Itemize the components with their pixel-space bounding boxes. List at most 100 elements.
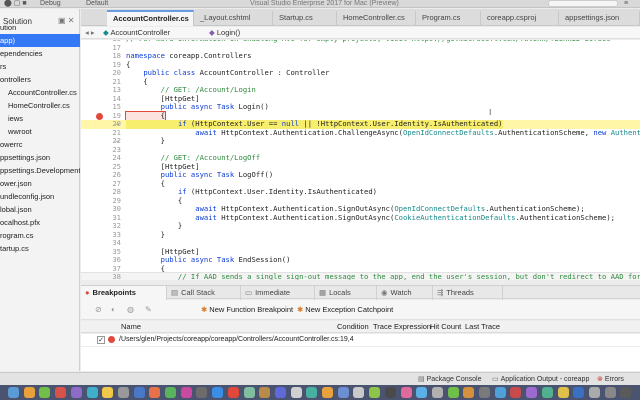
nav-arrows-icon[interactable]: ◂ ▸ bbox=[85, 27, 95, 39]
tree-item[interactable]: AccountController.cs bbox=[0, 86, 80, 99]
dock-app-icon[interactable] bbox=[322, 387, 333, 398]
hamburger-icon[interactable]: ≡ bbox=[624, 0, 628, 8]
toggle-breakpoint-icon[interactable]: ◐ bbox=[111, 305, 116, 314]
dock-app-icon[interactable] bbox=[526, 387, 538, 398]
dock-app-icon[interactable] bbox=[243, 387, 255, 398]
breakpoint-marker-icon[interactable] bbox=[96, 112, 103, 120]
tree-item[interactable]: ution bbox=[0, 21, 80, 34]
tree-item[interactable]: ppsettings.Development.json bbox=[0, 164, 80, 177]
breakpoint-row[interactable]: ✓ /Users/glen/Projects/coreapp/coreapp/C… bbox=[81, 334, 640, 346]
tree-item[interactable]: iews bbox=[0, 112, 80, 125]
tree-item[interactable]: ocalhost.pfx bbox=[0, 216, 80, 229]
code-text: await HttpContext.Authentication.SignOut… bbox=[195, 212, 616, 222]
dock-app-icon[interactable] bbox=[447, 387, 459, 398]
dock-app-icon[interactable] bbox=[479, 387, 490, 398]
remove-breakpoint-icon[interactable]: ⊘ bbox=[95, 305, 102, 314]
column-name[interactable]: Name bbox=[121, 321, 141, 333]
code-line[interactable]: 22 → } bbox=[81, 136, 640, 146]
dock-app-icon[interactable] bbox=[23, 387, 35, 398]
dock-app-icon[interactable] bbox=[55, 387, 67, 398]
pad-tab-breakpoints[interactable]: ● Breakpoints bbox=[81, 286, 167, 300]
column-trace-expression[interactable]: Trace Expression bbox=[373, 321, 431, 333]
tree-item[interactable]: wwroot bbox=[0, 125, 80, 138]
dock-app-icon[interactable] bbox=[494, 387, 506, 398]
dock-app-icon[interactable] bbox=[180, 387, 192, 398]
pad-tab-threads[interactable]: ⇶ Threads bbox=[433, 286, 503, 300]
properties-icon[interactable]: ✎ bbox=[145, 305, 152, 314]
column-last-trace[interactable]: Last Trace bbox=[465, 321, 500, 333]
tree-item[interactable]: rogram.cs bbox=[0, 229, 80, 242]
disable-breakpoints-icon[interactable]: ◍ bbox=[127, 305, 134, 314]
tree-item[interactable]: HomeController.cs bbox=[0, 99, 80, 112]
new-function-breakpoint-button[interactable]: ✱ New Function Breakpoint bbox=[201, 305, 293, 314]
tree-item[interactable]: ower.json bbox=[0, 177, 80, 190]
code-line[interactable]: 18 namespace coreapp.Controllers bbox=[81, 51, 640, 61]
tab-accountcontroller-cs[interactable]: AccountController.cs bbox=[107, 10, 194, 26]
dock-app-icon[interactable] bbox=[290, 387, 302, 398]
pad-tab-immediate[interactable]: ▭ Immediate bbox=[241, 286, 315, 300]
dock-app-icon[interactable] bbox=[306, 387, 318, 398]
dock-app-icon[interactable] bbox=[70, 387, 82, 398]
pad-tab-watch[interactable]: ◉ Watch bbox=[377, 286, 433, 300]
dock-app-icon[interactable] bbox=[196, 387, 208, 398]
dock-app-icon[interactable] bbox=[557, 387, 569, 398]
dock-app-icon[interactable] bbox=[165, 387, 176, 398]
tree-item[interactable]: tartup.cs bbox=[0, 242, 80, 255]
tab-program-cs[interactable]: Program.cs bbox=[416, 11, 481, 26]
dock-app-icon[interactable] bbox=[431, 387, 443, 398]
breakpoint-enabled-checkbox[interactable]: ✓ bbox=[97, 336, 105, 344]
dock-app-icon[interactable] bbox=[541, 387, 553, 398]
new-exception-catchpoint-button[interactable]: ✱ New Exception Catchpoint bbox=[297, 305, 393, 314]
code-line[interactable]: 38 // If AAD sends a single sign-out mes… bbox=[81, 272, 640, 280]
dock-app-icon[interactable] bbox=[86, 387, 98, 398]
tab-homecontroller-cs[interactable]: HomeController.cs bbox=[337, 11, 416, 26]
dock-app-icon[interactable] bbox=[510, 387, 522, 398]
pad-tab-locals[interactable]: ▦ Locals bbox=[315, 286, 377, 300]
dock-app-icon[interactable] bbox=[212, 387, 224, 398]
tree-item[interactable]: ontrollers bbox=[0, 73, 80, 86]
tree-item[interactable]: ppsettings.json bbox=[0, 151, 80, 164]
dock-app-icon[interactable] bbox=[149, 387, 161, 398]
config-selector[interactable]: Debug bbox=[40, 0, 61, 8]
dock-app-icon[interactable] bbox=[369, 387, 381, 398]
tree-item[interactable]: app) bbox=[0, 34, 80, 47]
tab-startup-cs[interactable]: Startup.cs bbox=[273, 11, 337, 26]
column-hit-count[interactable]: Hit Count bbox=[430, 321, 461, 333]
dock-app-icon[interactable] bbox=[117, 387, 129, 398]
tree-item[interactable]: lobal.json bbox=[0, 203, 80, 216]
dock-app-icon[interactable] bbox=[337, 387, 349, 398]
dock-app-icon[interactable] bbox=[604, 387, 616, 398]
dock-app-icon[interactable] bbox=[227, 387, 239, 398]
code-line[interactable]: 20 public class AccountController : Cont… bbox=[81, 68, 640, 78]
tab-appsettings-json[interactable]: appsettings.json bbox=[559, 11, 640, 26]
column-condition[interactable]: Condition bbox=[337, 321, 369, 333]
tree-item[interactable]: rs bbox=[0, 60, 80, 73]
dock-app-icon[interactable] bbox=[463, 387, 475, 398]
dock-app-icon[interactable] bbox=[39, 387, 51, 398]
dock-app-icon[interactable] bbox=[573, 387, 585, 398]
dock-app-icon[interactable] bbox=[384, 387, 396, 398]
breadcrumb-member[interactable]: ◆ Login() bbox=[209, 27, 240, 39]
dock-app-icon[interactable] bbox=[353, 387, 365, 398]
tree-item[interactable]: ependencies bbox=[0, 47, 80, 60]
pad-tab-call-stack[interactable]: ▤ Call Stack bbox=[167, 286, 241, 300]
dock-app-icon[interactable] bbox=[588, 387, 600, 398]
dock-app-icon[interactable] bbox=[259, 387, 271, 398]
dock-app-icon[interactable] bbox=[8, 387, 19, 398]
toolbar-icons[interactable]: ⬤ ▢ ■ bbox=[4, 0, 27, 8]
dock-app-icon[interactable] bbox=[102, 387, 114, 398]
breadcrumb-class[interactable]: ◆ AccountController bbox=[103, 27, 170, 39]
target-selector[interactable]: Default bbox=[86, 0, 108, 8]
tab-coreapp-csproj[interactable]: coreapp.csproj bbox=[481, 11, 559, 26]
dock-app-icon[interactable] bbox=[400, 387, 412, 398]
tree-item[interactable]: owerrc bbox=[0, 138, 80, 151]
code-editor[interactable]: I 16// For more information on enabling … bbox=[81, 40, 640, 280]
search-field[interactable] bbox=[548, 0, 618, 7]
dock-app-icon[interactable] bbox=[620, 387, 632, 398]
tab--layout-cshtml[interactable]: _Layout.cshtml bbox=[194, 11, 273, 26]
dock-app-icon[interactable] bbox=[416, 387, 428, 398]
tree-item[interactable]: undleconfig.json bbox=[0, 190, 80, 203]
dock-app-icon[interactable] bbox=[274, 387, 286, 398]
dock-app-icon[interactable] bbox=[133, 387, 145, 398]
code-line[interactable]: 33 } bbox=[81, 230, 640, 240]
